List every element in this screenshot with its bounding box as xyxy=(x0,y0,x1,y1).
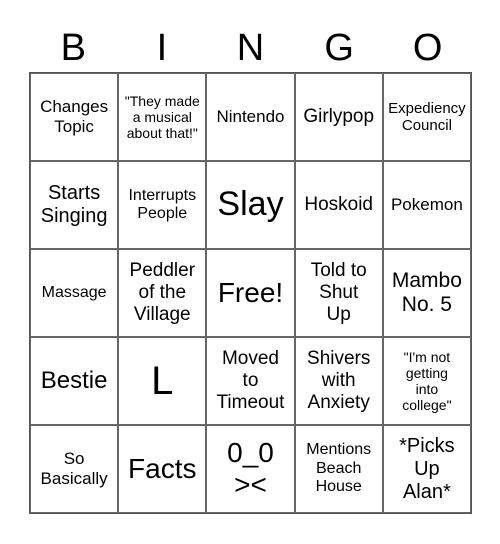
bingo-cell[interactable]: Told to Shut Up xyxy=(294,249,383,337)
bingo-cell[interactable]: Hoskoid xyxy=(294,161,383,249)
bingo-cell[interactable]: Starts Singing xyxy=(30,161,119,249)
bingo-cell[interactable]: Expediency Council xyxy=(382,73,471,161)
bingo-cell[interactable]: Peddler of the Village xyxy=(118,249,207,337)
header-letter-i: I xyxy=(156,27,168,69)
bingo-card: Changes Topic "They made a musical about… xyxy=(29,72,472,514)
bingo-cell[interactable]: *Picks Up Alan* xyxy=(382,425,471,513)
bingo-cell[interactable]: Nintendo xyxy=(206,73,295,161)
bingo-cell[interactable]: Mentions Beach House xyxy=(294,425,383,513)
bingo-cell[interactable]: L xyxy=(118,337,207,425)
header-letter-o: O xyxy=(412,27,443,69)
bingo-cell[interactable]: Slay xyxy=(206,161,295,249)
bingo-cell[interactable]: Girlypop xyxy=(294,73,383,161)
bingo-cell[interactable]: Interrupts People xyxy=(118,161,207,249)
bingo-cell[interactable]: Shivers with Anxiety xyxy=(294,337,383,425)
bingo-cell[interactable]: "I'm not getting into college" xyxy=(382,337,471,425)
header-letter-g: G xyxy=(324,27,354,69)
bingo-cell[interactable]: "They made a musical about that!" xyxy=(118,73,207,161)
bingo-cell[interactable]: Bestie xyxy=(30,337,119,425)
bingo-cell[interactable]: Massage xyxy=(30,249,119,337)
bingo-cell[interactable]: Moved to Timeout xyxy=(206,337,295,425)
bingo-cell[interactable]: Facts xyxy=(118,425,207,513)
header-letter-n: N xyxy=(236,27,265,69)
bingo-header: B I N G O xyxy=(29,24,472,72)
free-space[interactable]: Free! xyxy=(206,249,295,337)
bingo-cell[interactable]: Pokemon xyxy=(382,161,471,249)
bingo-cell[interactable]: 0_0 >< xyxy=(206,425,295,513)
bingo-cell[interactable]: Mambo No. 5 xyxy=(382,249,471,337)
bingo-cell[interactable]: So Basically xyxy=(30,425,119,513)
bingo-cell[interactable]: Changes Topic xyxy=(30,73,119,161)
header-letter-b: B xyxy=(60,27,86,69)
